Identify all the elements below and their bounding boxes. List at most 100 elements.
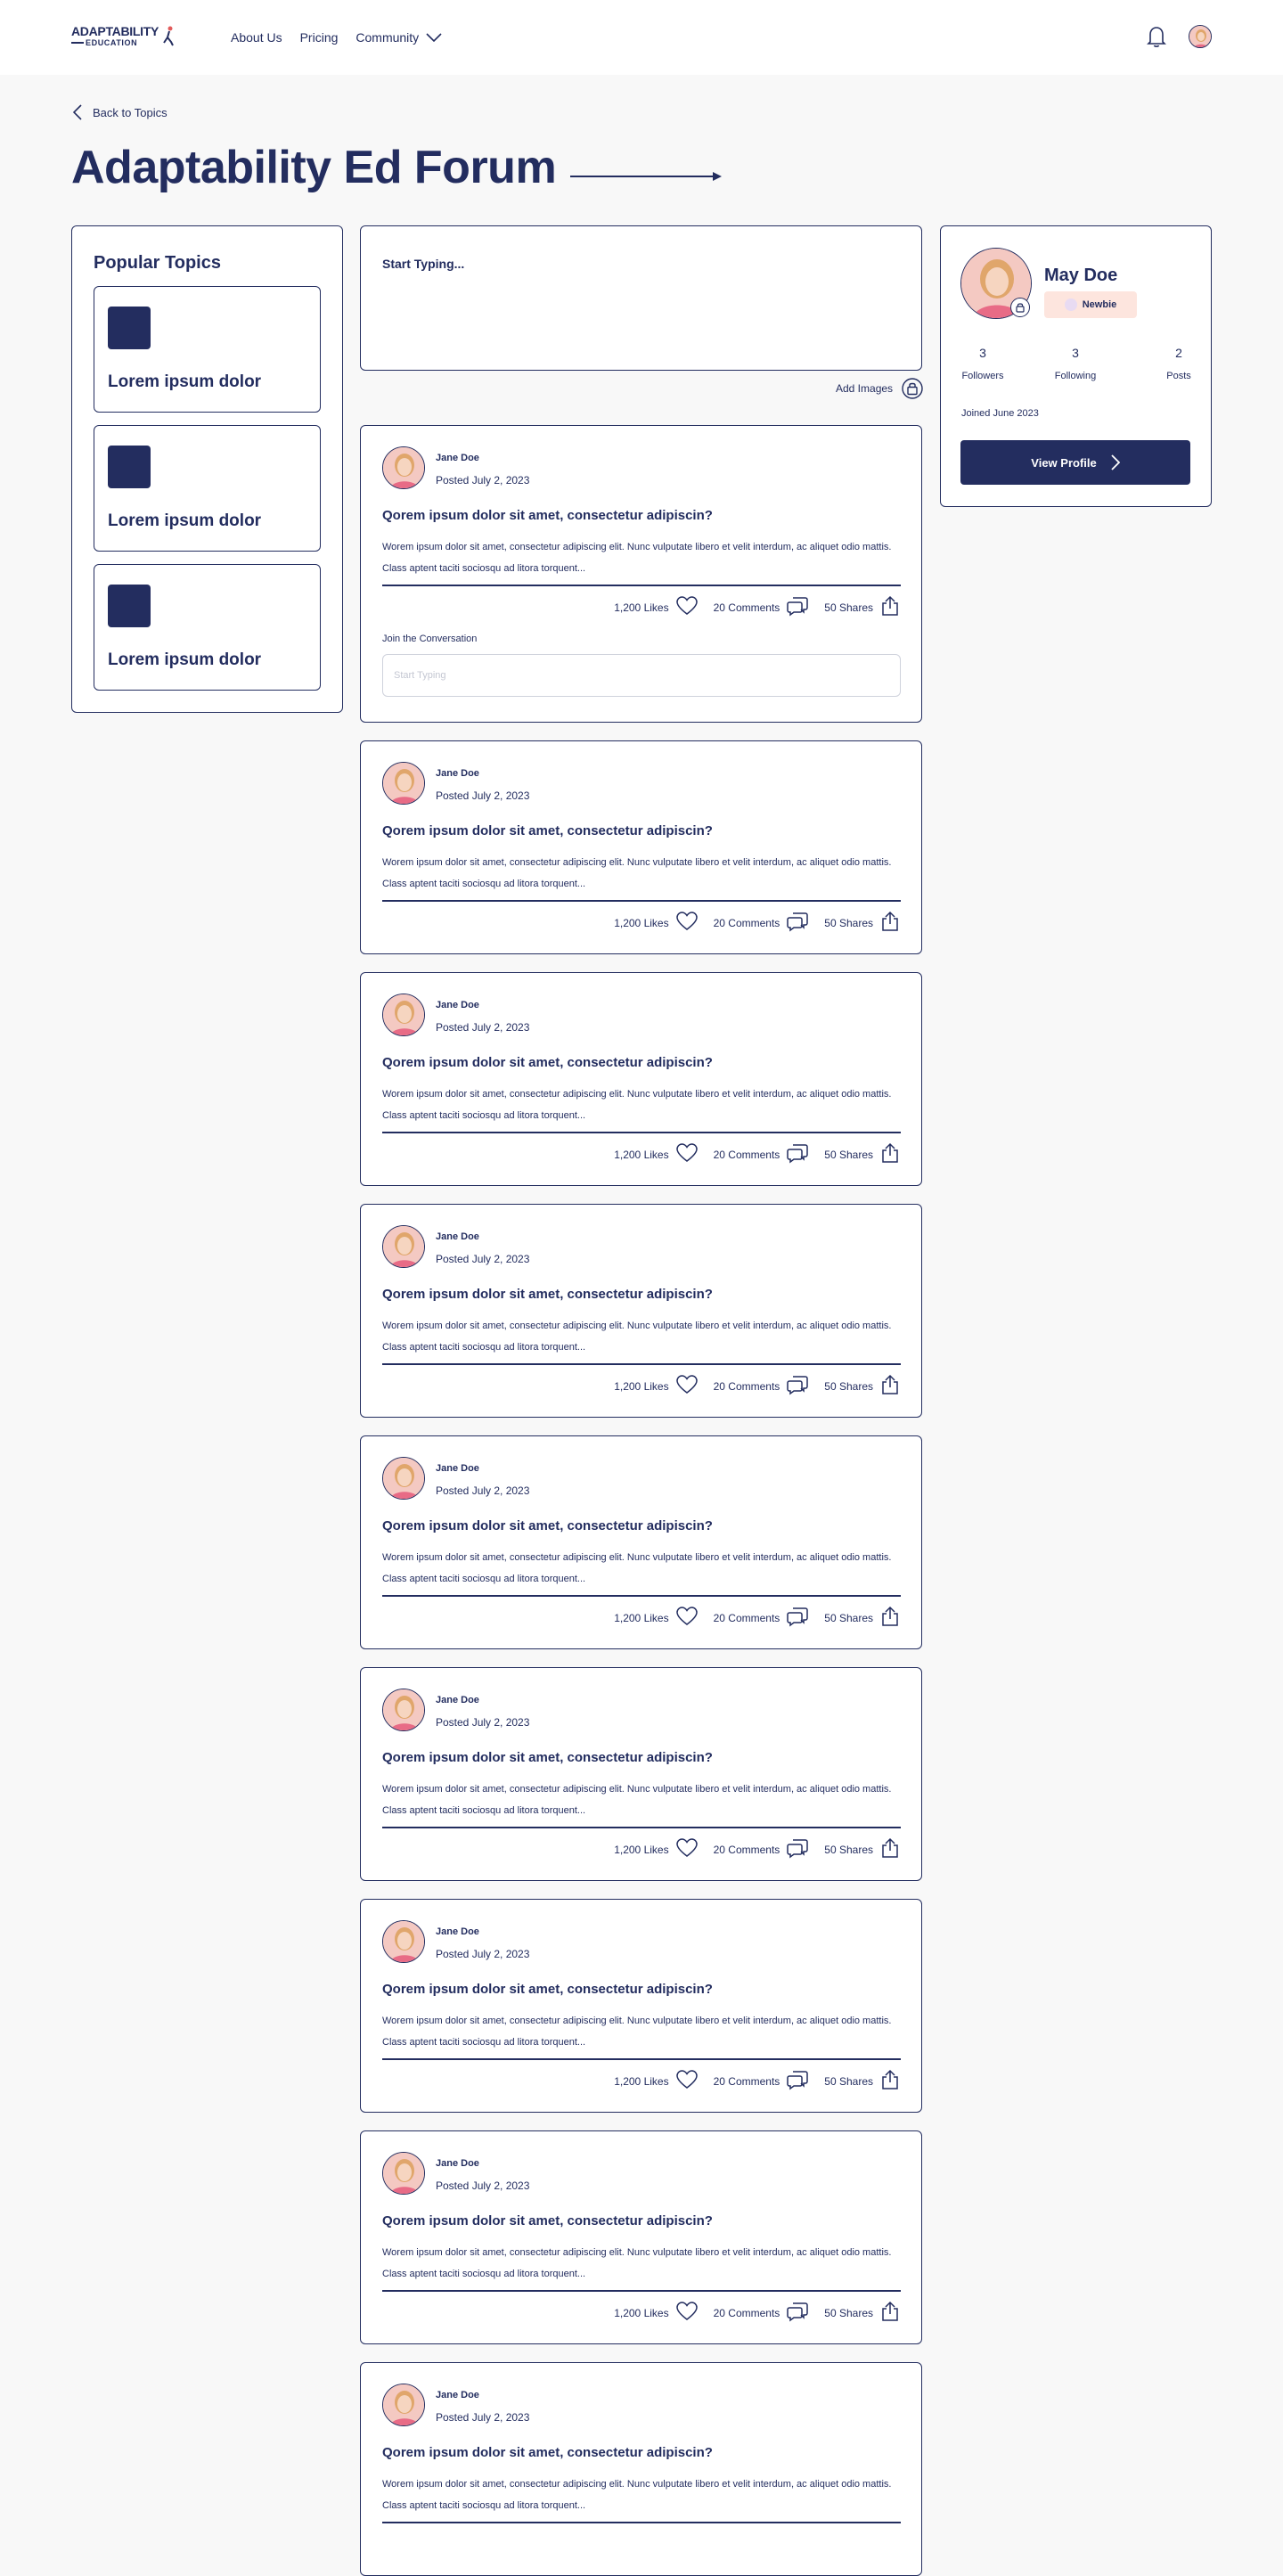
post-author[interactable]: Jane Doe (436, 1000, 479, 1010)
share-button[interactable]: 50 Shares (824, 2301, 900, 2325)
view-profile-button[interactable]: View Profile (960, 440, 1190, 485)
avatar[interactable] (1189, 25, 1212, 48)
comment-button[interactable]: 20 Comments (714, 595, 809, 619)
author-avatar[interactable] (382, 446, 425, 489)
avatar-portrait-icon (1189, 26, 1211, 47)
post-author[interactable]: Jane Doe (436, 768, 479, 779)
post-card[interactable]: Jane Doe Posted July 2, 2023 Qorem ipsum d… (360, 425, 922, 723)
like-button[interactable]: 1,200 Likes (614, 2302, 698, 2324)
post-card[interactable]: Jane Doe Posted July 2, 2023 Qorem ipsum d… (360, 1204, 922, 1418)
share-button[interactable]: 50 Shares (824, 1837, 900, 1861)
like-button[interactable]: 1,200 Likes (614, 1607, 698, 1629)
share-button[interactable]: 50 Shares (824, 2069, 900, 2093)
like-button[interactable]: 1,200 Likes (614, 1375, 698, 1397)
author-avatar[interactable] (382, 1457, 425, 1500)
new-post-composer[interactable]: Start Typing... (360, 225, 922, 371)
post-author[interactable]: Jane Doe (436, 1695, 479, 1705)
post-card[interactable]: Jane Doe Posted July 2, 2023 Qorem ipsum d… (360, 740, 922, 954)
post-title[interactable]: Qorem ipsum dolor sit amet, consectetur … (382, 2213, 713, 2228)
post-body: Worem ipsum dolor sit amet, consectetur … (382, 2016, 892, 2048)
like-button[interactable]: 1,200 Likes (614, 1143, 698, 1165)
popular-topics-panel: Popular Topics Lorem ipsum dolor Lorem i… (71, 225, 343, 713)
post-title[interactable]: Qorem ipsum dolor sit amet, consectetur … (382, 1287, 713, 1302)
page-title: Adaptability Ed Forum (71, 142, 557, 193)
post-title[interactable]: Qorem ipsum dolor sit amet, consectetur … (382, 508, 713, 523)
author-avatar[interactable] (382, 2384, 425, 2426)
post-card[interactable]: Jane Doe Posted July 2, 2023 Qorem ipsum d… (360, 2362, 922, 2576)
logo-figure-icon (163, 26, 174, 46)
topic-thumbnail (108, 585, 151, 627)
share-button[interactable]: 50 Shares (824, 1142, 900, 1166)
post-card[interactable]: Jane Doe Posted July 2, 2023 Qorem ipsum d… (360, 1899, 922, 2113)
nav-about-us-label: About Us (231, 30, 282, 45)
post-card[interactable]: Jane Doe Posted July 2, 2023 Qorem ipsum d… (360, 1435, 922, 1649)
posts-stat[interactable]: 2 Posts (1164, 346, 1194, 381)
nav-about-us[interactable]: About Us (231, 30, 282, 45)
comment-button[interactable]: 20 Comments (714, 1374, 809, 1398)
share-button[interactable]: 50 Shares (824, 1606, 900, 1630)
shares-count: 50 Shares (824, 1611, 873, 1624)
post-stats: 1,200 Likes 20 Comments 50 Shares (598, 1374, 900, 1398)
header-actions (1146, 25, 1212, 48)
author-avatar[interactable] (382, 2152, 425, 2195)
add-images-button[interactable]: Add Images (836, 378, 923, 399)
followers-count: 3 (979, 346, 986, 360)
post-body: Worem ipsum dolor sit amet, consectetur … (382, 1089, 892, 1121)
post-card[interactable]: Jane Doe Posted July 2, 2023 Qorem ipsum d… (360, 1667, 922, 1881)
post-card[interactable]: Jane Doe Posted July 2, 2023 Qorem ipsum d… (360, 972, 922, 1186)
post-title[interactable]: Qorem ipsum dolor sit amet, consectetur … (382, 1518, 713, 1533)
followers-stat[interactable]: 3 Followers (960, 346, 1005, 381)
back-to-topics-link[interactable]: Back to Topics (73, 104, 168, 120)
post-author[interactable]: Jane Doe (436, 1463, 479, 1474)
like-button[interactable]: 1,200 Likes (614, 596, 698, 618)
post-author[interactable]: Jane Doe (436, 1231, 479, 1242)
comment-button[interactable]: 20 Comments (714, 1837, 809, 1861)
comment-button[interactable]: 20 Comments (714, 2301, 809, 2325)
like-button[interactable]: 1,200 Likes (614, 912, 698, 934)
post-body: Worem ipsum dolor sit amet, consectetur … (382, 857, 892, 889)
post-author[interactable]: Jane Doe (436, 453, 479, 463)
adaptability-education-logo[interactable]: ADAPTABILITY EDUCATION (71, 25, 178, 52)
post-title[interactable]: Qorem ipsum dolor sit amet, consectetur … (382, 1982, 713, 1997)
like-button[interactable]: 1,200 Likes (614, 2070, 698, 2092)
comments-count: 20 Comments (713, 1843, 780, 1856)
post-title[interactable]: Qorem ipsum dolor sit amet, consectetur … (382, 1055, 713, 1070)
post-author[interactable]: Jane Doe (436, 2390, 479, 2400)
comment-button[interactable]: 20 Comments (714, 911, 809, 935)
post-divider (382, 1132, 901, 1133)
likes-count: 1,200 Likes (614, 1379, 669, 1393)
author-avatar[interactable] (382, 994, 425, 1036)
reply-placeholder: Start Typing (394, 670, 446, 681)
nav-pricing[interactable]: Pricing (300, 30, 339, 45)
following-stat[interactable]: 3 Following (1049, 346, 1102, 381)
share-button[interactable]: 50 Shares (824, 1374, 900, 1398)
comment-button[interactable]: 20 Comments (714, 2069, 809, 2093)
topic-card[interactable]: Lorem ipsum dolor (94, 425, 321, 552)
post-author[interactable]: Jane Doe (436, 2158, 479, 2169)
topic-card[interactable]: Lorem ipsum dolor (94, 564, 321, 691)
post-stats: 1,200 Likes 20 Comments 50 Shares (598, 2069, 900, 2093)
post-card[interactable]: Jane Doe Posted July 2, 2023 Qorem ipsum d… (360, 2130, 922, 2344)
post-date: Posted July 2, 2023 (436, 2411, 530, 2424)
comment-button[interactable]: 20 Comments (714, 1606, 809, 1630)
composer-placeholder: Start Typing... (382, 257, 465, 271)
bell-icon[interactable] (1146, 25, 1167, 48)
like-button[interactable]: 1,200 Likes (614, 1838, 698, 1860)
post-stats: 1,200 Likes 20 Comments 50 Shares (598, 911, 900, 935)
author-avatar[interactable] (382, 1689, 425, 1731)
heart-icon (675, 912, 698, 934)
post-title[interactable]: Qorem ipsum dolor sit amet, consectetur … (382, 2445, 713, 2460)
post-author[interactable]: Jane Doe (436, 1926, 479, 1937)
posts-label: Posts (1166, 371, 1191, 381)
share-button[interactable]: 50 Shares (824, 911, 900, 935)
share-button[interactable]: 50 Shares (824, 595, 900, 619)
comment-button[interactable]: 20 Comments (714, 1142, 809, 1166)
reply-input[interactable]: Start Typing (382, 654, 901, 697)
post-title[interactable]: Qorem ipsum dolor sit amet, consectetur … (382, 1750, 713, 1765)
author-avatar[interactable] (382, 1920, 425, 1963)
topic-card[interactable]: Lorem ipsum dolor (94, 286, 321, 413)
nav-community[interactable]: Community (355, 30, 442, 45)
author-avatar[interactable] (382, 762, 425, 805)
author-avatar[interactable] (382, 1225, 425, 1268)
post-title[interactable]: Qorem ipsum dolor sit amet, consectetur … (382, 823, 713, 838)
